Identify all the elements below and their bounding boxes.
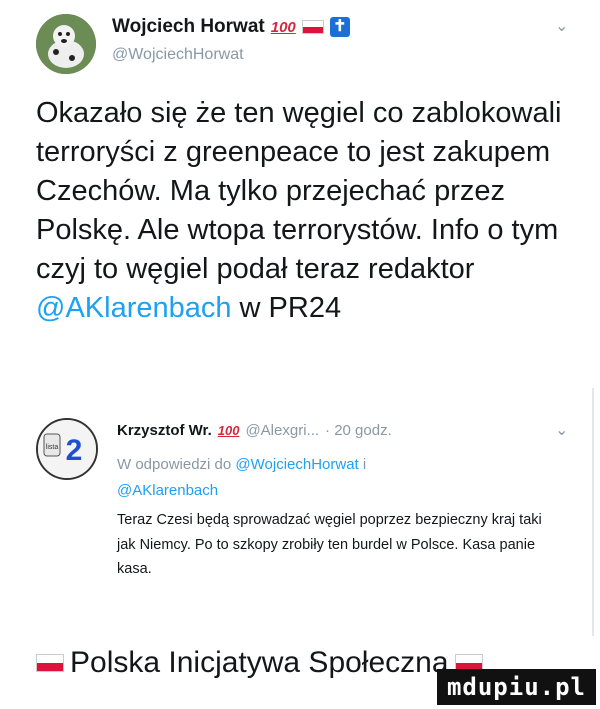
avatar-dog-image — [36, 14, 96, 74]
chevron-down-icon[interactable]: ⌄ — [555, 420, 568, 440]
reply-time: · 20 godz. — [325, 422, 392, 439]
tweet-body: Okazało się że ten węgiel co zablokowali… — [36, 97, 562, 285]
flag-poland-icon — [36, 654, 64, 672]
reply-conjunction: i — [362, 456, 367, 473]
tweet-body-end: w PR24 — [231, 292, 342, 324]
chevron-down-icon[interactable]: ⌄ — [555, 16, 568, 36]
reply-author-handle[interactable]: @Alexgri... — [245, 422, 319, 439]
svg-text:lista: lista — [46, 444, 59, 451]
tweet-author-handle[interactable]: @WojciechHorwat — [112, 46, 244, 64]
watermark: mdupiu.pl — [436, 669, 596, 705]
mention-link[interactable]: @WojciechHorwat — [235, 456, 358, 473]
mention-link[interactable]: @AKlarenbach — [36, 292, 232, 324]
tweet-author-row: Wojciech Horwat 100 ✝ — [112, 16, 350, 38]
reply-author-name[interactable]: Krzysztof Wr. — [117, 422, 212, 439]
divider-line — [592, 388, 594, 636]
cross-icon: ✝ — [329, 17, 350, 37]
reply-avatar[interactable]: lista 2 — [36, 418, 98, 480]
reply-prefix: W odpowiedzi do — [117, 456, 232, 473]
reply-to-line: W odpowiedzi do @WojciechHorwat i @AKlare… — [117, 452, 557, 504]
mention-link[interactable]: @AKlarenbach — [117, 482, 218, 499]
svg-text:2: 2 — [66, 434, 83, 467]
footer-label: Polska Inicjatywa Społeczna — [70, 646, 449, 679]
footer-label-row: Polska Inicjatywa Społeczna — [36, 646, 483, 680]
hundred-points-icon: 100 — [270, 18, 296, 36]
reply-text: Teraz Czesi będą sprowadzać węgiel poprz… — [117, 512, 542, 577]
reply-avatar-image: lista 2 — [38, 420, 96, 478]
flag-poland-icon — [301, 20, 324, 34]
avatar[interactable] — [36, 14, 96, 74]
hundred-points-icon: 100 — [217, 423, 240, 438]
tweet-text: Okazało się że ten węgiel co zablokowali… — [36, 94, 581, 328]
tweet-author-name[interactable]: Wojciech Horwat — [112, 16, 265, 38]
reply-header: Krzysztof Wr. 100 @Alexgri... · 20 godz. — [117, 422, 392, 439]
